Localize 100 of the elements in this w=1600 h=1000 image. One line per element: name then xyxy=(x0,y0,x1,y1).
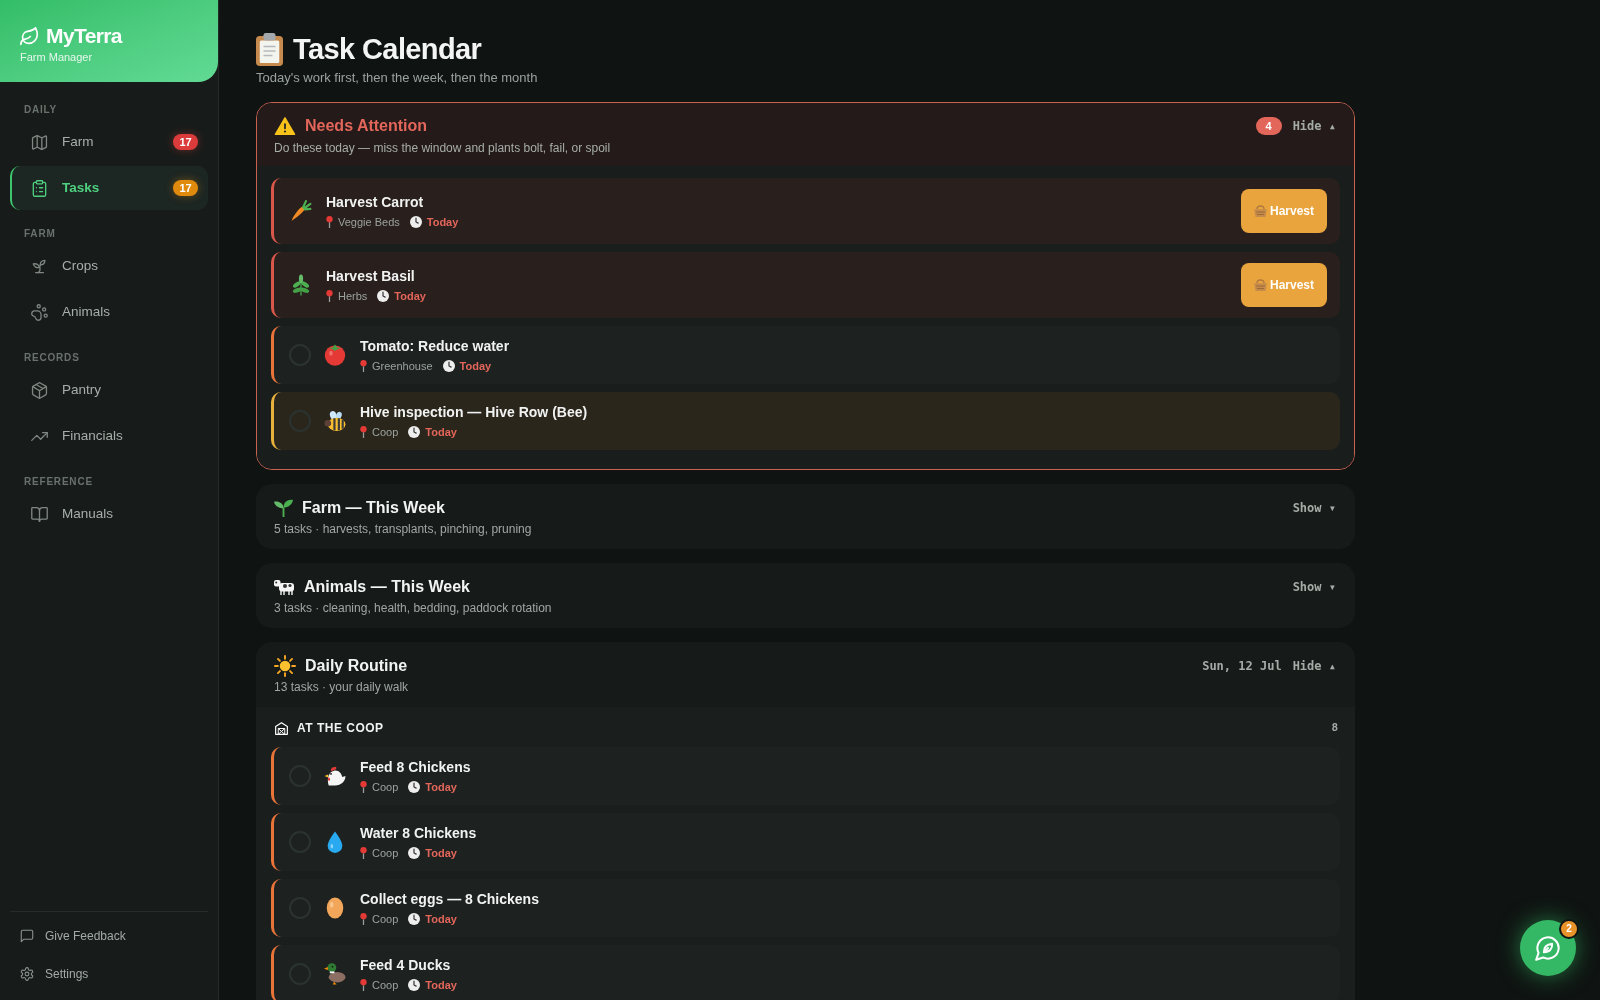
task-location: Coop xyxy=(372,425,399,439)
toggle-button[interactable]: Show ▾ xyxy=(1292,500,1336,516)
section-date: Sun, 12 Jul xyxy=(1202,658,1282,674)
task-title: Water 8 Chickens xyxy=(360,824,477,842)
task-location: Coop xyxy=(372,780,399,794)
task-location: Herbs xyxy=(338,289,368,303)
clock-icon xyxy=(377,290,390,302)
pin-icon xyxy=(360,360,367,372)
task-location: Veggie Beds xyxy=(338,215,400,229)
task-due: Today xyxy=(425,978,457,992)
footer-link[interactable]: Settings xyxy=(10,955,208,993)
nav-item[interactable]: Pantry xyxy=(10,368,208,412)
pin-icon xyxy=(360,979,367,991)
cow-icon xyxy=(274,578,295,596)
clock-icon xyxy=(408,979,421,991)
nav-section-heading: REFERENCE xyxy=(24,476,93,488)
tomato-icon xyxy=(324,344,346,366)
task-due: Today xyxy=(426,215,459,229)
clock-icon xyxy=(442,360,455,372)
book-icon xyxy=(31,505,48,523)
nav-item[interactable]: Crops xyxy=(10,244,208,288)
task-location: Coop xyxy=(372,912,399,926)
task-due: Today xyxy=(394,289,426,303)
nav-section-heading: FARM xyxy=(24,228,56,240)
sprout-icon xyxy=(31,257,48,275)
basket-icon xyxy=(1254,279,1267,291)
task-due: Today xyxy=(459,359,492,373)
section-subtitle: Do these today — miss the window and plants bolt, fail, or spoil xyxy=(274,140,611,156)
section-subtitle: 5 tasks · harvests, transplants, pinching, pruning xyxy=(274,521,532,537)
clock-icon xyxy=(408,426,421,438)
section-title: Farm — This Week xyxy=(302,498,445,518)
pin-icon xyxy=(360,847,367,859)
app-tagline: Farm Manager xyxy=(20,50,93,64)
task-due: Today xyxy=(425,912,457,926)
pin-icon xyxy=(326,290,333,302)
section-subtitle: 13 tasks · your daily walk xyxy=(274,679,409,695)
page-title: Task Calendar xyxy=(293,32,482,67)
basket-icon xyxy=(1254,205,1267,217)
speech-bubble-icon xyxy=(20,929,34,943)
nav-item[interactable]: Manuals xyxy=(10,492,208,536)
count-badge: 4 xyxy=(1255,117,1282,135)
nav-item[interactable]: Financials xyxy=(10,414,208,458)
section-title: Animals — This Week xyxy=(304,577,470,597)
task-due: Today xyxy=(425,780,457,794)
barn-icon xyxy=(275,721,288,735)
chat-leaf-icon xyxy=(1535,935,1561,961)
task-title: Hive inspection — Hive Row (Bee) xyxy=(360,403,588,421)
nav-item[interactable]: Animals xyxy=(10,290,208,334)
carrot-icon xyxy=(290,200,312,222)
notification-badge: 2 xyxy=(1559,919,1579,939)
clipboard-icon xyxy=(256,32,283,66)
clock-icon xyxy=(408,847,421,859)
task-location: Greenhouse xyxy=(372,359,433,373)
seedling-icon xyxy=(274,499,293,517)
task-due: Today xyxy=(425,425,457,439)
nav-section-heading: DAILY xyxy=(24,104,58,116)
task-title: Collect eggs — 8 Chickens xyxy=(360,890,539,908)
section-title: Daily Routine xyxy=(305,656,408,676)
toggle-button[interactable]: Show ▾ xyxy=(1292,579,1336,595)
task-title: Feed 4 Ducks xyxy=(360,956,451,974)
task-location: Coop xyxy=(372,978,399,992)
egg-icon xyxy=(324,897,346,919)
footer-link[interactable]: Give Feedback xyxy=(10,917,208,955)
task-title: Harvest Basil xyxy=(326,267,415,285)
pin-icon xyxy=(360,426,367,438)
box-icon xyxy=(31,381,48,399)
pin-icon xyxy=(360,781,367,793)
clock-icon xyxy=(408,781,421,793)
sun-icon xyxy=(274,655,296,677)
bee-icon xyxy=(324,410,346,432)
count-badge: 17 xyxy=(173,180,198,196)
nav-item[interactable]: Tasks 17 xyxy=(10,166,208,210)
chicken-icon xyxy=(324,765,346,787)
task-due: Today xyxy=(425,846,457,860)
pin-icon xyxy=(360,913,367,925)
clock-icon xyxy=(408,913,421,925)
section-title: Needs Attention xyxy=(305,116,428,136)
task-title: Harvest Carrot xyxy=(326,193,424,211)
toggle-button[interactable]: Hide ▴ xyxy=(1292,118,1336,134)
count-badge: 17 xyxy=(173,134,198,150)
toggle-button[interactable]: Hide ▴ xyxy=(1292,658,1336,674)
warning-icon xyxy=(274,116,296,136)
page-subtitle: Today's work first, then the week, then the month xyxy=(256,70,538,86)
task-title: Feed 8 Chickens xyxy=(360,758,471,776)
nav-section-heading: RECORDS xyxy=(24,352,80,364)
nav-item[interactable]: Farm 17 xyxy=(10,120,208,164)
clipboard-list-icon xyxy=(31,179,48,197)
section-subtitle: 3 tasks · cleaning, health, bedding, paddock rotation xyxy=(274,600,552,616)
app-name: MyTerra xyxy=(46,23,122,49)
pin-icon xyxy=(326,216,333,228)
herb-icon xyxy=(290,274,312,296)
task-location: Coop xyxy=(372,846,399,860)
clock-icon xyxy=(409,216,422,228)
group-count: 8 xyxy=(1331,721,1338,735)
duck-icon xyxy=(324,963,346,985)
settings-icon xyxy=(20,967,34,981)
map-icon xyxy=(31,133,48,151)
task-title: Tomato: Reduce water xyxy=(360,337,510,355)
leaf-icon xyxy=(20,26,39,46)
chat-button[interactable] xyxy=(1520,920,1576,976)
